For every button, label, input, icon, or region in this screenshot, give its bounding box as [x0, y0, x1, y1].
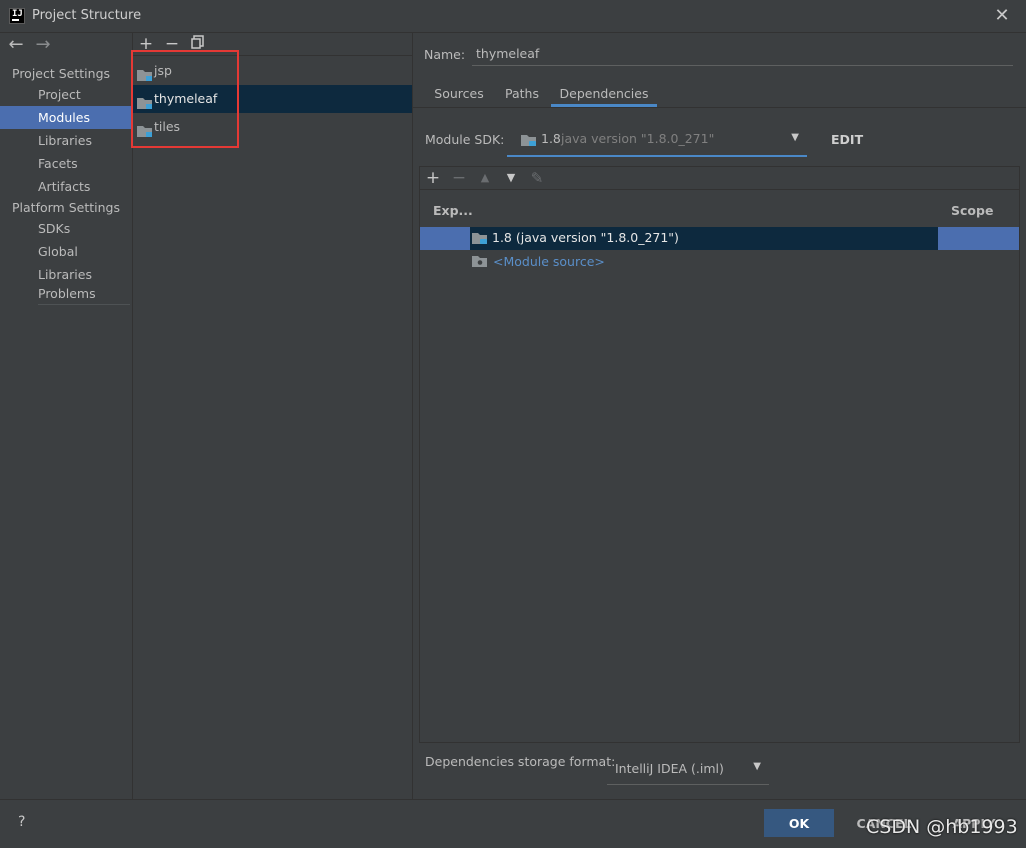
title-bar: IJ Project Structure ✕ — [0, 0, 1026, 33]
nav-item-sdks[interactable]: SDKs — [0, 217, 132, 240]
copy-module-icon[interactable] — [188, 34, 208, 54]
dialog-footer: ? OK CANCEL APPLY — [0, 799, 1026, 848]
chevron-down-icon: ▼ — [753, 761, 761, 772]
module-detail-panel: Name: Sources Paths Dependencies Module … — [413, 33, 1026, 799]
close-icon[interactable]: ✕ — [992, 6, 1012, 26]
arrow-right-icon[interactable]: → — [33, 35, 53, 55]
sdk-version: 1.8 — [541, 131, 561, 146]
intellij-icon: IJ — [9, 8, 25, 24]
nav-item-modules[interactable]: Modules — [0, 106, 132, 129]
tabs-divider — [413, 107, 1026, 108]
add-module-icon[interactable]: + — [136, 34, 156, 54]
dependency-label: <Module source> — [493, 254, 605, 269]
dependency-row[interactable]: 1.8 (java version "1.8.0_271") — [420, 227, 1019, 250]
storage-format-value: IntelliJ IDEA (.iml) — [615, 761, 724, 776]
dependencies-table: + − ▲ ▼ ✎ Exp... Scope 1.8 (java version… — [419, 166, 1020, 743]
apply-button[interactable]: APPLY — [936, 809, 1012, 837]
nav-item-problems[interactable]: Problems — [0, 282, 132, 305]
export-cell[interactable] — [420, 227, 470, 250]
module-source-folder-icon — [472, 254, 488, 271]
module-label: thymeleaf — [154, 91, 218, 106]
tab-sources[interactable]: Sources — [425, 81, 493, 107]
cancel-button[interactable]: CANCEL — [846, 809, 922, 837]
scope-cell[interactable] — [938, 227, 1019, 250]
column-scope-header[interactable]: Scope — [951, 203, 993, 218]
module-folder-icon — [137, 120, 153, 148]
column-export-header[interactable]: Exp... — [433, 203, 473, 218]
module-sdk-dropdown[interactable]: 1.8 java version "1.8.0_271" ▼ — [507, 125, 807, 157]
name-label: Name: — [424, 47, 466, 62]
sdk-folder-icon — [521, 133, 537, 150]
dependency-label: 1.8 (java version "1.8.0_271") — [492, 230, 679, 245]
window-title: Project Structure — [32, 8, 142, 23]
module-label: jsp — [154, 63, 172, 78]
storage-format-dropdown[interactable]: IntelliJ IDEA (.iml) ▼ — [607, 753, 769, 785]
module-sdk-label: Module SDK: — [425, 132, 505, 147]
arrow-left-icon[interactable]: ← — [6, 35, 26, 55]
modules-list-panel: + − jsp thymeleaf tiles — [133, 33, 413, 799]
storage-format-label: Dependencies storage format: — [425, 754, 616, 769]
help-icon[interactable]: ? — [18, 814, 38, 834]
move-up-icon[interactable]: ▲ — [475, 168, 495, 188]
nav-item-facets[interactable]: Facets — [0, 152, 132, 175]
move-down-icon[interactable]: ▼ — [501, 168, 521, 188]
module-item-tiles[interactable]: tiles — [133, 113, 412, 141]
nav-item-global-libraries[interactable]: Global Libraries — [0, 240, 132, 282]
nav-item-libraries[interactable]: Libraries — [0, 129, 132, 152]
nav-item-artifacts[interactable]: Artifacts — [0, 175, 132, 198]
edit-sdk-button[interactable]: EDIT — [831, 132, 863, 147]
add-dependency-icon[interactable]: + — [423, 168, 443, 188]
dependencies-toolbar: + − ▲ ▼ ✎ — [420, 167, 1019, 190]
remove-dependency-icon[interactable]: − — [449, 168, 469, 188]
nav-item-project[interactable]: Project — [0, 83, 132, 106]
module-name-input[interactable] — [472, 42, 1013, 66]
tab-dependencies[interactable]: Dependencies — [551, 81, 657, 107]
sdk-folder-icon — [472, 231, 488, 248]
module-item-jsp[interactable]: jsp — [133, 57, 412, 85]
sdk-version-desc: java version "1.8.0_271" — [561, 131, 715, 146]
edit-dependency-icon[interactable]: ✎ — [527, 168, 547, 188]
nav-section-platform-settings: Platform Settings — [12, 200, 120, 215]
remove-module-icon[interactable]: − — [162, 34, 182, 54]
ok-button[interactable]: OK — [764, 809, 834, 837]
nav-section-project-settings: Project Settings — [12, 66, 111, 81]
chevron-down-icon: ▼ — [791, 132, 799, 143]
tab-paths[interactable]: Paths — [497, 81, 547, 107]
module-label: tiles — [154, 119, 181, 134]
dependency-row[interactable]: <Module source> — [420, 250, 1019, 273]
settings-nav: ← → Project Settings Project Modules Lib… — [0, 33, 133, 829]
modules-toolbar: + − — [133, 33, 412, 56]
module-item-thymeleaf[interactable]: thymeleaf — [133, 85, 412, 113]
